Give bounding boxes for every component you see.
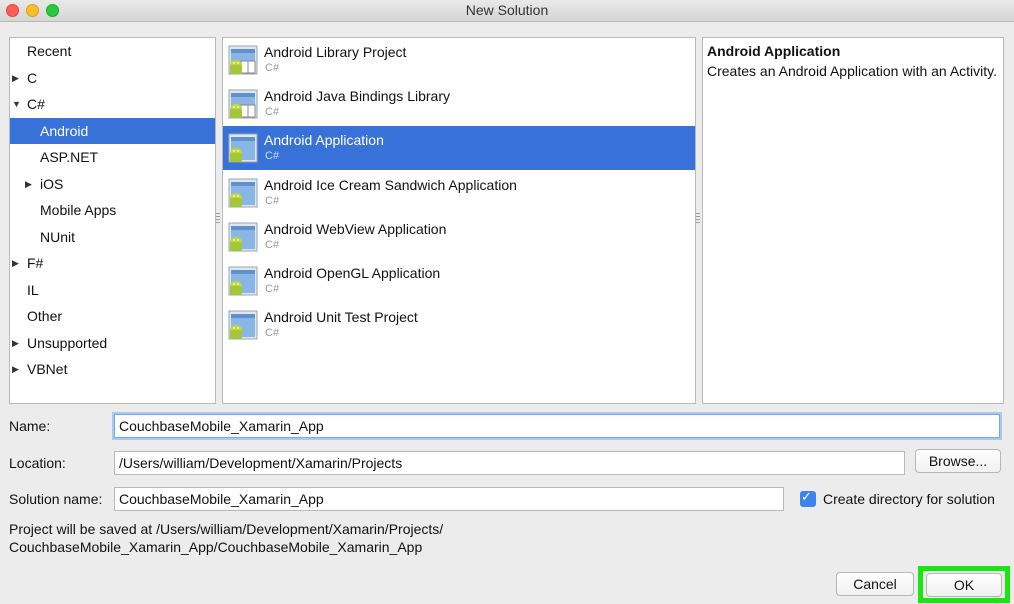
disclosure-collapsed-icon[interactable]: ▶	[12, 330, 19, 356]
android-app-icon	[227, 308, 259, 342]
category-label: VBNet	[27, 361, 68, 377]
title-bar: New Solution	[0, 0, 1014, 22]
disclosure-expanded-icon[interactable]: ▼	[12, 91, 21, 117]
create-directory-checkbox[interactable]: ✓	[800, 489, 816, 507]
category-label: Recent	[27, 43, 72, 59]
category-item[interactable]: IL	[10, 277, 215, 303]
solution-name-input[interactable]: CouchbaseMobile_Xamarin_App	[114, 487, 784, 511]
template-language: C#	[265, 194, 280, 207]
template-name: Android WebView Application	[264, 220, 447, 237]
category-label: Mobile Apps	[40, 202, 117, 218]
location-input[interactable]: /Users/william/Development/Xamarin/Proje…	[114, 451, 905, 475]
category-item[interactable]: Mobile Apps	[10, 197, 215, 223]
template-language: C#	[265, 327, 280, 340]
template-description-panel: Android Application Creates an Android A…	[702, 37, 1004, 404]
android-library-icon	[227, 87, 259, 121]
android-app-icon	[227, 176, 259, 210]
template-item[interactable]: Android Unit Test Project C#	[223, 303, 695, 347]
disclosure-collapsed-icon[interactable]: ▶	[12, 356, 19, 382]
category-item[interactable]: ▶ F#	[10, 250, 215, 276]
template-list[interactable]: Android Library Project C# Android Java B…	[222, 37, 696, 404]
disclosure-collapsed-icon[interactable]: ▶	[25, 171, 32, 197]
location-label: Location:	[9, 455, 66, 471]
android-library-icon	[227, 43, 259, 77]
category-item[interactable]: Other	[10, 303, 215, 329]
template-item[interactable]: Android WebView Application C#	[223, 215, 695, 259]
category-item[interactable]: Recent	[10, 38, 215, 64]
template-name: Android Library Project	[264, 44, 407, 60]
category-item[interactable]: ▶ C	[10, 65, 215, 91]
category-label: ASP.NET	[40, 149, 99, 165]
category-label: Unsupported	[27, 334, 108, 351]
save-path-line1: Project will be saved at /Users/william/…	[9, 521, 444, 537]
template-language: C#	[265, 106, 280, 119]
category-label: Other	[27, 308, 63, 324]
category-item[interactable]: ASP.NET	[10, 144, 215, 170]
category-label: Android	[40, 122, 89, 139]
template-item[interactable]: Android Java Bindings Library C#	[223, 82, 695, 126]
splitter-grip-right[interactable]	[696, 213, 700, 223]
category-label: IL	[27, 281, 39, 298]
disclosure-collapsed-icon[interactable]: ▶	[12, 250, 19, 276]
window-title: New Solution	[465, 2, 549, 18]
category-label: C	[27, 69, 38, 86]
template-name: Android Unit Test Project	[264, 309, 418, 326]
android-app-icon	[227, 131, 259, 165]
splitter-grip-left[interactable]	[216, 213, 220, 223]
category-item[interactable]: NUnit	[10, 224, 215, 250]
ok-button[interactable]: OK	[926, 573, 1002, 597]
create-directory-label: Create directory for solution	[823, 491, 995, 507]
template-language: C#	[265, 150, 280, 163]
name-label: Name:	[9, 418, 51, 434]
category-item[interactable]: Android	[10, 117, 215, 144]
category-tree[interactable]: Recent ▶ C ▼ C# Android ASP.NET ▶ iOS Mobile Apps…	[9, 37, 216, 404]
cancel-button[interactable]: Cancel	[836, 572, 914, 596]
description-text: Creates an Android Application with an A…	[707, 63, 998, 79]
template-language: C#	[265, 62, 280, 74]
template-language: C#	[265, 238, 280, 251]
android-app-icon	[227, 220, 259, 254]
solution-name-label: Solution name:	[9, 491, 103, 507]
name-input[interactable]: CouchbaseMobile_Xamarin_App	[114, 414, 1000, 438]
save-path-line2: CouchbaseMobile_Xamarin_App/CouchbaseMob…	[9, 539, 423, 555]
category-label: C#	[27, 96, 45, 112]
category-item[interactable]: ▼ C#	[10, 91, 215, 117]
android-app-icon	[227, 264, 259, 298]
category-item[interactable]: ▶ VBNet	[10, 356, 215, 382]
template-name: Android Application	[264, 132, 384, 149]
template-name: Android OpenGL Application	[264, 265, 441, 281]
template-item[interactable]: Android OpenGL Application C#	[223, 259, 695, 303]
template-item[interactable]: Android Ice Cream Sandwich Application C#	[223, 171, 695, 215]
template-item[interactable]: Android Application C#	[223, 126, 695, 171]
browse-button[interactable]: Browse...	[915, 449, 1001, 473]
template-language: C#	[265, 283, 280, 295]
description-title: Android Application	[707, 43, 841, 59]
template-name: Android Ice Cream Sandwich Application	[264, 176, 517, 193]
checkmark-icon: ✓	[801, 489, 812, 504]
category-item[interactable]: ▶ iOS	[10, 171, 215, 197]
category-label: NUnit	[40, 228, 76, 245]
category-item[interactable]: ▶ Unsupported	[10, 330, 215, 356]
template-name: Android Java Bindings Library	[264, 88, 450, 105]
template-item[interactable]: Android Library Project C#	[223, 38, 695, 82]
category-label: iOS	[40, 175, 64, 192]
category-label: F#	[27, 255, 44, 271]
disclosure-collapsed-icon[interactable]: ▶	[12, 65, 19, 91]
